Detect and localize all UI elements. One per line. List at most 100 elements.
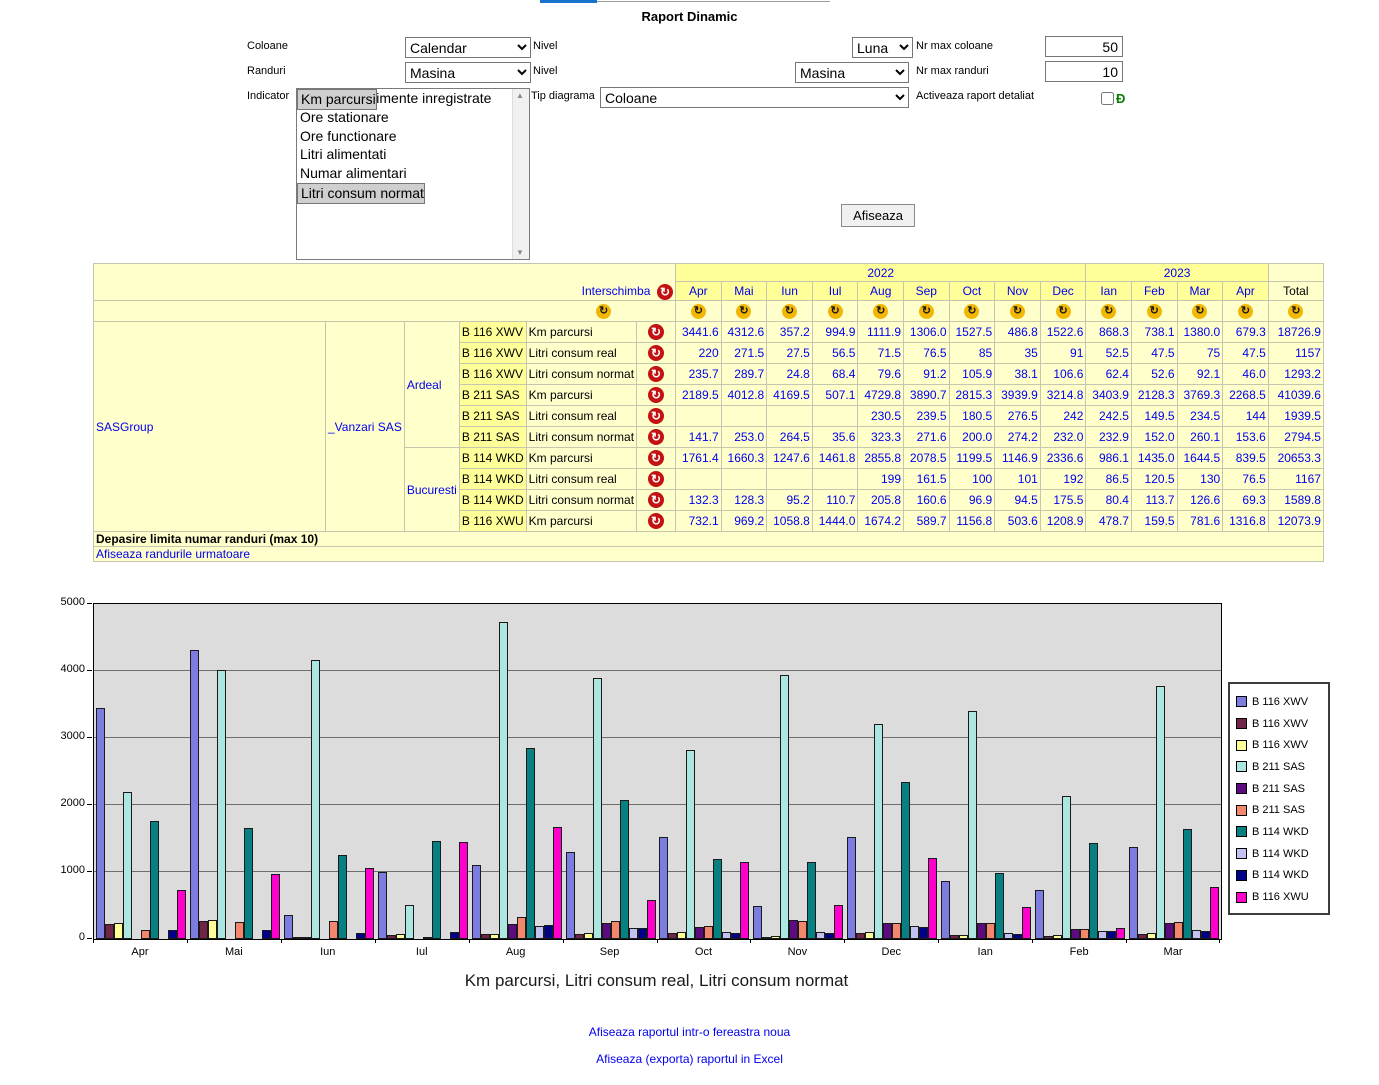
- chart-bar: [1080, 929, 1089, 939]
- value-cell: 289.7: [721, 364, 767, 385]
- limit-message: Depasire limita numar randuri (max 10): [94, 532, 1324, 547]
- refresh-icon-yellow[interactable]: ↻: [1056, 304, 1071, 319]
- indicator-option[interactable]: Ore functionare: [297, 127, 529, 146]
- refresh-icon-red[interactable]: ↻: [648, 324, 664, 340]
- refresh-icon-yellow[interactable]: ↻: [873, 304, 888, 319]
- listbox-scrollbar[interactable]: ▲ ▼: [512, 89, 529, 259]
- interchange-link[interactable]: Interschimba: [582, 284, 651, 298]
- indicator-option[interactable]: Ore stationare: [297, 108, 529, 127]
- y-axis-tick: [87, 871, 92, 872]
- chart-bar: [1210, 887, 1219, 939]
- vehicle-cell: B 114 WKD: [459, 469, 526, 490]
- export-report-excel-link[interactable]: Afiseaza (exporta) raportul in Excel: [0, 1052, 1379, 1066]
- month-header[interactable]: Sep: [904, 282, 950, 301]
- max-columns-input[interactable]: [1045, 36, 1123, 57]
- chart-bar: [1201, 931, 1210, 939]
- detailed-report-checkbox[interactable]: [1101, 92, 1114, 105]
- value-cell: 2078.5: [904, 448, 950, 469]
- refresh-icon-red[interactable]: ↻: [648, 387, 664, 403]
- refresh-icon-yellow[interactable]: ↻: [691, 304, 706, 319]
- value-cell: 260.1: [1177, 427, 1223, 448]
- refresh-icon-red[interactable]: ↻: [648, 345, 664, 361]
- next-rows-link[interactable]: Afiseaza randurile urmatoare: [96, 547, 250, 561]
- chart-bar: [825, 933, 834, 939]
- subgroup-cell[interactable]: _Vanzari SAS: [326, 322, 405, 532]
- region-cell[interactable]: Ardeal: [404, 322, 459, 448]
- row-refresh-cell: ↻: [637, 469, 676, 490]
- refresh-icon-yellow[interactable]: ↻: [782, 304, 797, 319]
- refresh-icon-yellow[interactable]: ↻: [1192, 304, 1207, 319]
- refresh-icon-yellow[interactable]: ↻: [596, 304, 611, 319]
- refresh-icon-red[interactable]: ↻: [648, 492, 664, 508]
- chart-bar: [517, 917, 526, 939]
- month-header[interactable]: Aug: [858, 282, 904, 301]
- month-header[interactable]: Dec: [1040, 282, 1086, 301]
- scroll-up-icon[interactable]: ▲: [516, 91, 524, 100]
- refresh-icon-yellow[interactable]: ↻: [1147, 304, 1162, 319]
- refresh-icon-yellow[interactable]: ↻: [736, 304, 751, 319]
- show-report-button[interactable]: Afiseaza: [841, 204, 915, 227]
- refresh-icon-yellow[interactable]: ↻: [919, 304, 934, 319]
- month-header[interactable]: Ian: [1086, 282, 1132, 301]
- indicator-option[interactable]: Litri consum normat: [297, 183, 425, 204]
- value-cell: 589.7: [904, 511, 950, 532]
- total-header: Total: [1268, 282, 1323, 301]
- refresh-icon-red[interactable]: ↻: [648, 471, 664, 487]
- refresh-cell: ↻: [721, 301, 767, 322]
- value-cell: 1111.9: [858, 322, 904, 343]
- rows-dimension-select[interactable]: Masina: [405, 62, 531, 83]
- refresh-icon-yellow[interactable]: ↻: [1288, 304, 1303, 319]
- columns-level-select[interactable]: Luna: [852, 37, 913, 58]
- x-axis-tick: [750, 939, 751, 943]
- month-header[interactable]: Apr: [676, 282, 722, 301]
- indicator-option[interactable]: Litri alimentati: [297, 145, 529, 164]
- month-header[interactable]: Oct: [949, 282, 995, 301]
- month-header[interactable]: Iul: [812, 282, 858, 301]
- chart-bar: [1089, 843, 1098, 939]
- region-cell[interactable]: Bucuresti: [404, 448, 459, 532]
- rows-level-select[interactable]: Masina: [795, 62, 909, 83]
- refresh-icon-yellow[interactable]: ↻: [1101, 304, 1116, 319]
- x-axis-tick: [93, 939, 94, 943]
- chart-bar: [1013, 934, 1022, 939]
- max-columns-label: Nr max coloane: [916, 40, 993, 52]
- chart-bar: [450, 932, 459, 939]
- refresh-icon-yellow[interactable]: ↻: [964, 304, 979, 319]
- refresh-icon-yellow[interactable]: ↻: [828, 304, 843, 319]
- columns-dimension-select[interactable]: Calendar: [405, 37, 531, 58]
- refresh-icon-red[interactable]: ↻: [648, 366, 664, 382]
- refresh-icon-yellow[interactable]: ↻: [1238, 304, 1253, 319]
- chart-bar: [1062, 796, 1071, 939]
- refresh-icon-red[interactable]: ↻: [648, 513, 664, 529]
- indicator-option[interactable]: Km parcursi: [297, 89, 377, 110]
- month-header[interactable]: Apr: [1223, 282, 1269, 301]
- indicator-listbox[interactable]: Km parcursiNumar evenimente inregistrate…: [296, 88, 530, 260]
- refresh-icon-yellow[interactable]: ↻: [1010, 304, 1025, 319]
- refresh-icon-red[interactable]: ↻: [657, 284, 673, 300]
- metric-cell: Litri consum real: [526, 343, 636, 364]
- max-rows-input[interactable]: [1045, 61, 1123, 82]
- month-header[interactable]: Mar: [1177, 282, 1223, 301]
- open-report-new-window-link[interactable]: Afiseaza raportul intr-o fereastra noua: [0, 1025, 1379, 1039]
- chart-bar: [271, 874, 280, 939]
- x-axis-label: Oct: [657, 946, 751, 958]
- indicator-option[interactable]: Numar alimentari: [297, 164, 529, 183]
- month-header[interactable]: Nov: [995, 282, 1041, 301]
- month-header[interactable]: Feb: [1131, 282, 1177, 301]
- x-axis-label: Sep: [563, 946, 657, 958]
- chart-bar: [910, 926, 919, 939]
- legend-swatch: [1236, 826, 1247, 837]
- month-header[interactable]: Iun: [767, 282, 813, 301]
- x-axis-tick: [938, 939, 939, 943]
- chart-bar: [1116, 928, 1125, 939]
- diagram-type-select[interactable]: Coloane: [600, 87, 909, 108]
- x-axis-tick: [375, 939, 376, 943]
- scroll-down-icon[interactable]: ▼: [516, 248, 524, 257]
- refresh-cell: ↻: [1040, 301, 1086, 322]
- refresh-icon-red[interactable]: ↻: [648, 429, 664, 445]
- refresh-icon-red[interactable]: ↻: [648, 450, 664, 466]
- refresh-icon-red[interactable]: ↻: [648, 408, 664, 424]
- group-cell[interactable]: SASGroup: [94, 322, 326, 532]
- month-header[interactable]: Mai: [721, 282, 767, 301]
- chart-bar: [244, 828, 253, 939]
